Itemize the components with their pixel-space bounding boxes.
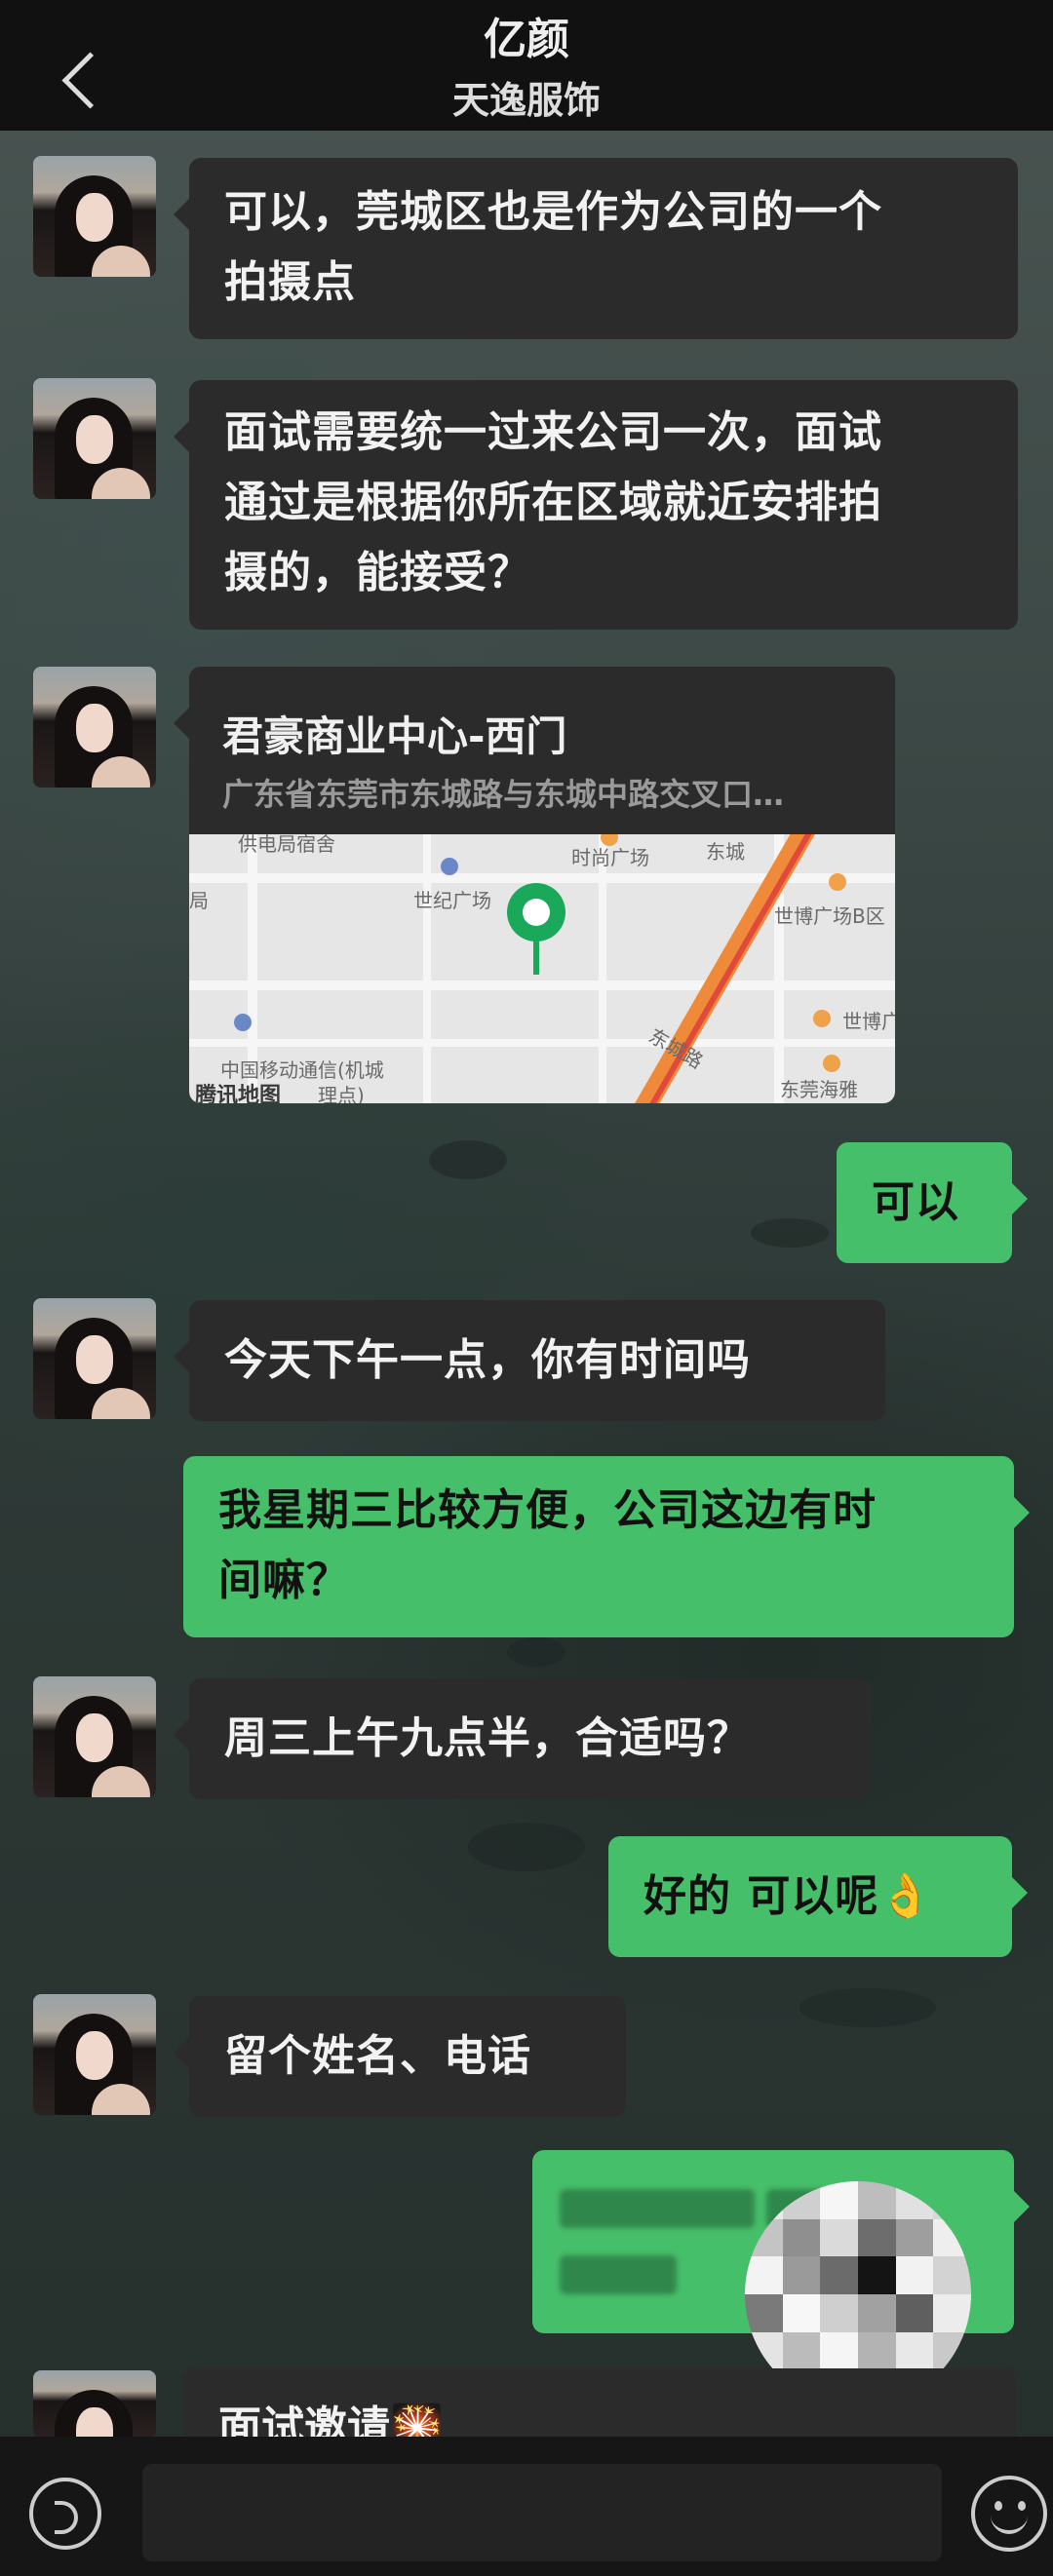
map-label: 东城: [706, 840, 745, 864]
location-card[interactable]: 君豪商业中心-西门 广东省东莞市东城路与东城中路交叉口… 供电局宿舍 时尚广场 …: [189, 667, 895, 1103]
map-label: 世纪广场: [413, 889, 491, 912]
contact-avatar[interactable]: [33, 2370, 156, 2439]
location-address: 广东省东莞市东城路与东城中路交叉口…: [222, 776, 785, 813]
voice-icon[interactable]: [29, 2478, 101, 2550]
message-bubble-incoming[interactable]: 面试需要统一过来公司一次，面试 通过是根据你所在区域就近安排拍 摄的，能接受？: [174, 380, 1018, 630]
emoji-icon[interactable]: [971, 2476, 1047, 2552]
message-text: 可以: [872, 1177, 959, 1227]
message-text: 好的 可以呢: [644, 1871, 879, 1921]
message-line: 拍摄点: [224, 257, 356, 307]
message-line: 可以，莞城区也是作为公司的一个: [224, 187, 882, 237]
message-input[interactable]: [142, 2464, 942, 2561]
message-line: 摄的，能接受？: [224, 548, 531, 597]
map-preview[interactable]: 供电局宿舍 时尚广场 东城 世纪广场 世博广场B区 局 世博广 中国移动通信(机…: [189, 834, 895, 1103]
map-label: 供电局宿舍: [238, 834, 335, 856]
message-bubble-incoming[interactable]: 留个姓名、电话: [174, 1996, 626, 2117]
location-name: 君豪商业中心-西门: [222, 712, 567, 760]
map-label: 世博广: [842, 1010, 895, 1033]
message-text: 留个姓名、电话: [224, 2031, 531, 2081]
message-bubble-incoming[interactable]: 周三上午九点半，合适吗？: [174, 1678, 872, 1799]
map-label: 局: [189, 889, 209, 912]
message-bubble-incoming[interactable]: 可以，莞城区也是作为公司的一个 拍摄点: [174, 158, 1018, 339]
contact-avatar[interactable]: [33, 1994, 156, 2115]
message-bubble-incoming[interactable]: 今天下午一点，你有时间吗: [174, 1300, 885, 1421]
message-text: 周三上午九点半，合适吗？: [224, 1713, 751, 1763]
contact-avatar[interactable]: [33, 1298, 156, 1419]
message-bubble-outgoing[interactable]: 可以: [837, 1142, 1028, 1263]
message-line: 通过是根据你所在区域就近安排拍: [224, 478, 882, 527]
location-pin-icon: [507, 883, 566, 942]
contact-avatar[interactable]: [33, 156, 156, 277]
message-line: 间嘛？: [218, 1556, 350, 1605]
contact-avatar[interactable]: [33, 378, 156, 499]
message-bubble-outgoing[interactable]: 好的 可以呢👌: [608, 1836, 1028, 1957]
bubble-tail: [174, 708, 189, 739]
map-label: 理点): [318, 1084, 365, 1103]
map-label: 世博广场B区: [774, 904, 885, 928]
map-label: 东莞海雅: [780, 1078, 858, 1101]
chat-subtitle: 天逸服饰: [451, 79, 601, 122]
contact-avatar[interactable]: [33, 667, 156, 788]
chat-header: 亿颜 天逸服饰: [0, 0, 1053, 131]
ok-hand-emoji: 👌: [878, 1871, 934, 1921]
map-label: 时尚广场: [571, 846, 649, 869]
message-line: 我星期三比较方便，公司这边有时: [218, 1485, 877, 1535]
message-bubble-outgoing[interactable]: 我星期三比较方便，公司这边有时 间嘛？: [183, 1456, 1030, 1637]
chat-title: 亿颜: [484, 15, 569, 64]
message-line: 面试需要统一过来公司一次，面试: [224, 407, 882, 457]
map-logo: 腾讯地图: [195, 1084, 282, 1103]
message-text: 今天下午一点，你有时间吗: [224, 1335, 751, 1385]
contact-avatar[interactable]: [33, 1676, 156, 1797]
input-bar: [0, 2437, 1053, 2576]
